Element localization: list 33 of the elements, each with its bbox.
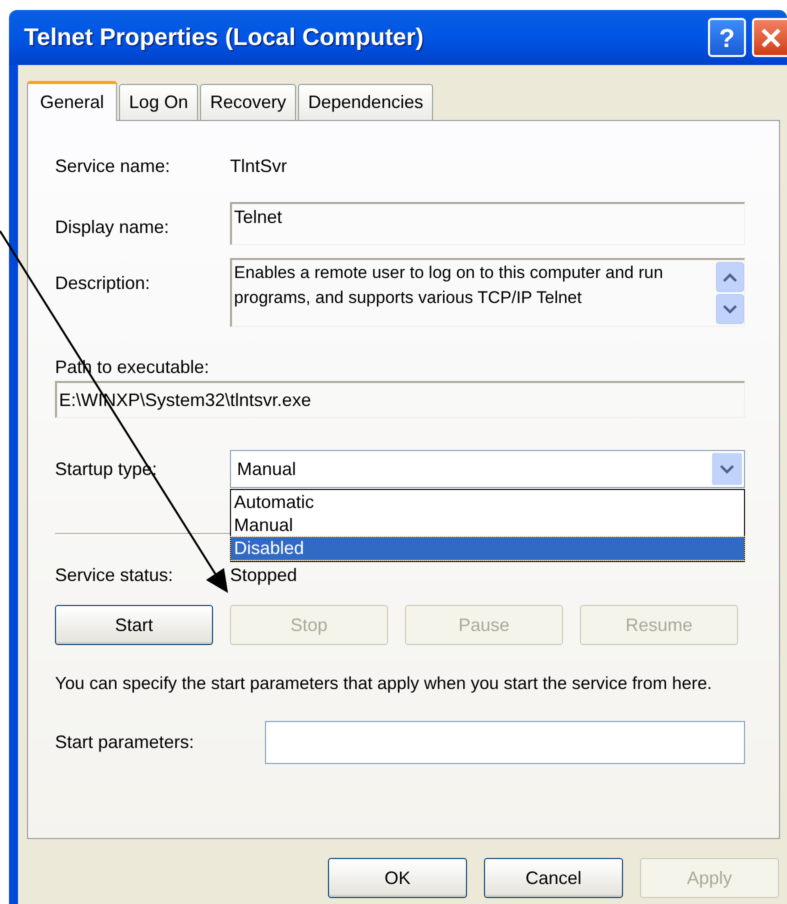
tab[interactable]: Log On <box>119 84 198 120</box>
field-label: Service status: <box>55 564 174 586</box>
field-label: Description: <box>55 272 152 295</box>
description-text: Enables a remote user to log on to this computer and run programs, and supports various TCP/IP Telnet <box>233 262 664 309</box>
startup-type-dropdown[interactable]: Manual <box>230 450 745 488</box>
description-field[interactable]: Enables a remote user to log on to this computer and run programs, and supports various TCP/IP Telnet <box>230 258 745 327</box>
scroll-down-button[interactable] <box>716 294 744 324</box>
help-button[interactable]: ? <box>708 18 746 57</box>
dropdown-option[interactable]: Automatic <box>231 491 744 514</box>
dropdown-option[interactable]: Disabled <box>231 537 744 560</box>
chevron-down-icon <box>720 464 734 474</box>
scroll-up-button[interactable] <box>716 262 744 292</box>
push-button[interactable]: Start <box>55 605 213 645</box>
window-title: Telnet Properties (Local Computer) <box>24 22 424 52</box>
service-name-value: TlntSvr <box>230 154 288 178</box>
display-name-field[interactable]: Telnet <box>230 202 745 245</box>
push-button[interactable]: Cancel <box>484 858 623 898</box>
field-label: Service name: <box>55 154 172 178</box>
chevron-down-icon <box>723 304 737 314</box>
service-status-value: Stopped <box>230 564 298 587</box>
dropdown-button[interactable] <box>712 453 742 485</box>
field-label: Display name: <box>55 216 170 239</box>
start-parameters-field[interactable] <box>265 721 745 764</box>
tab[interactable]: Recovery <box>200 84 296 120</box>
chevron-up-icon <box>723 272 737 282</box>
push-button[interactable]: OK <box>328 858 467 898</box>
field-label: Start parameters: <box>55 731 196 754</box>
help-text: You can specify the start parameters that apply when you start the service from here. <box>55 672 713 695</box>
close-icon <box>760 26 782 48</box>
tab[interactable]: Dependencies <box>298 84 434 120</box>
tab[interactable]: General <box>27 81 118 121</box>
close-button[interactable] <box>752 18 787 57</box>
dropdown-option[interactable]: Manual <box>231 514 744 537</box>
